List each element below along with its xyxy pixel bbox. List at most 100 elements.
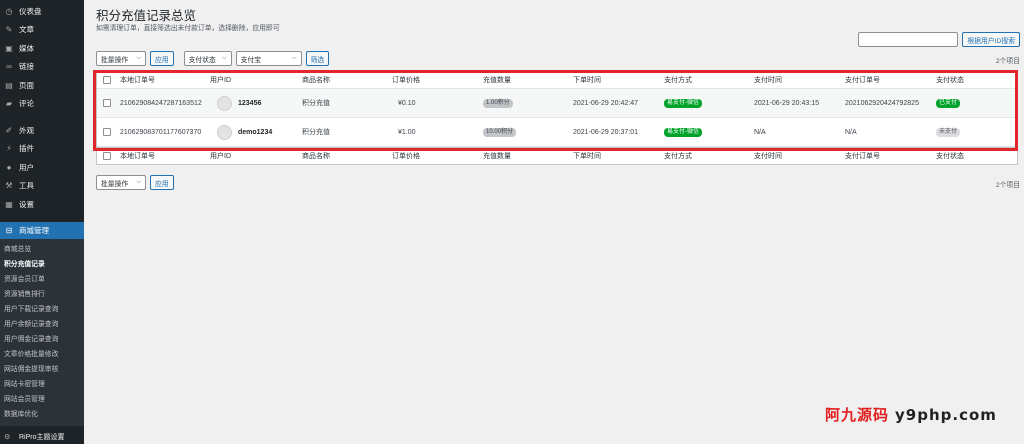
sidebar-item-appearance[interactable]: ✐ 外观 xyxy=(0,121,84,140)
sidebar-item-dashboard[interactable]: ◷ 仪表盘 xyxy=(0,2,84,21)
admin-sidebar: ◷ 仪表盘 ✎ 文章 ▣ 媒体 ∞ 链接 ▤ 页面 ▰ 评论 ✐ 外观 ⚡ 插件 ● 用户 ⚒ 工具 ▦ 设置 ⊟ 商城… xyxy=(0,0,84,444)
payment-method-badge: 易支付-微信 xyxy=(664,127,702,137)
avatar xyxy=(217,95,232,111)
status-badge: 未支付 xyxy=(936,127,961,137)
select-all-checkbox[interactable] xyxy=(103,76,111,84)
column-header: 支付订单号 xyxy=(845,77,880,84)
search-input[interactable] xyxy=(858,32,959,47)
submenu-item[interactable]: 资源会员订单 xyxy=(0,272,84,287)
user-icon: ● xyxy=(6,162,12,172)
sidebar-item-link[interactable]: ∞ 链接 xyxy=(0,58,84,77)
order-time: 2021-06-29 20:37:01 xyxy=(573,128,638,136)
filter-button[interactable]: 筛选 xyxy=(305,51,330,66)
watermark: 阿九源码 y9php.com xyxy=(825,404,997,425)
bulk-action-value: 批量操作 xyxy=(101,56,129,64)
sidebar-item-ripro-settings[interactable]: ⚙ RiPro主题设置 xyxy=(0,430,84,444)
records-table: 本地订单号 用户ID 商品名称 订单价格 充值数量 下单时间 支付方式 支付时间 支付订单号 支付… xyxy=(96,71,1018,165)
appearance-icon: ✐ xyxy=(5,125,13,135)
submenu-item[interactable]: 资源销售排行 xyxy=(0,287,84,302)
user-id[interactable]: demo1234 xyxy=(238,129,272,136)
comment-icon: ▰ xyxy=(5,99,13,109)
sidebar-item-comment[interactable]: ▰ 评论 xyxy=(0,95,84,114)
bulk-action-select[interactable]: 批量操作 ⌵ xyxy=(96,51,146,66)
column-header: 下单时间 xyxy=(573,77,601,84)
select-all-checkbox-footer[interactable] xyxy=(103,152,111,160)
sidebar-item-pin[interactable]: ✎ 文章 xyxy=(0,21,84,40)
sidebar-item-label: 商城管理 xyxy=(19,225,49,235)
submenu-item[interactable]: 网站佣金提现审核 xyxy=(0,362,84,377)
tools-icon: ⚒ xyxy=(5,181,13,191)
sidebar-item-label: 文章 xyxy=(19,25,34,35)
column-header: 用户ID xyxy=(210,77,231,84)
column-header: 支付方式 xyxy=(664,153,692,160)
column-header: 支付订单号 xyxy=(845,153,880,160)
table-header: 本地订单号 用户ID 商品名称 订单价格 充值数量 下单时间 支付方式 支付时间 支付订单号 支付… xyxy=(97,72,1017,89)
plugin-icon: ⚡ xyxy=(6,144,12,154)
submenu-item[interactable]: 商城总览 xyxy=(0,242,84,257)
amount-badge: 10.00积分 xyxy=(483,127,517,137)
column-header: 用户ID xyxy=(210,153,231,160)
submenu-item[interactable]: 数据库优化 xyxy=(0,407,84,422)
search-box: 根据用户ID搜索 xyxy=(858,32,1020,47)
submenu-item[interactable]: 网站卡密管理 xyxy=(0,377,84,392)
column-header: 订单价格 xyxy=(392,77,420,84)
column-header: 下单时间 xyxy=(573,153,601,160)
sidebar-item-label: 仪表盘 xyxy=(19,6,42,16)
column-header: 支付时间 xyxy=(754,153,782,160)
bulk-action-value: 批量操作 xyxy=(101,180,129,188)
sidebar-item-label: 外观 xyxy=(19,125,34,135)
page-subtitle: 如需清理订单，直接筛选出未付款订单，选择删除，应用即可 xyxy=(96,25,280,32)
submenu-item[interactable]: 用户下载记录查询 xyxy=(0,302,84,317)
sidebar-item-label: 设置 xyxy=(19,199,34,209)
amount-badge: 1.00积分 xyxy=(483,98,513,108)
submenu-item[interactable]: 用户佣金记录查询 xyxy=(0,332,84,347)
sidebar-item-label: 媒体 xyxy=(19,43,34,53)
apply-button-bottom[interactable]: 应用 xyxy=(150,175,174,190)
sidebar-item-mall-management[interactable]: ⊟ 商城管理 xyxy=(0,221,84,239)
column-header: 订单价格 xyxy=(392,153,420,160)
order-time: 2021-06-29 20:42:47 xyxy=(573,99,638,107)
main-content: 积分充值记录总览 如需清理订单，直接筛选出未付款订单，选择删除，应用即可 根据用… xyxy=(84,0,1024,444)
sidebar-item-tools[interactable]: ⚒ 工具 xyxy=(0,177,84,196)
search-by-user-id-button[interactable]: 根据用户ID搜索 xyxy=(962,32,1020,47)
sidebar-item-label: 工具 xyxy=(19,181,34,191)
sidebar-item-user[interactable]: ● 用户 xyxy=(0,158,84,177)
table-row: 210629084247287163512 123456 积分充值 ¥0.10 1.00… xyxy=(97,89,1017,118)
column-header: 充值数量 xyxy=(483,77,511,84)
order-price: ¥0.10 xyxy=(398,99,416,107)
bulk-action-select-bottom[interactable]: 批量操作 ⌵ xyxy=(96,175,146,190)
sidebar-item-plugin[interactable]: ⚡ 插件 xyxy=(0,140,84,159)
row-checkbox[interactable] xyxy=(103,99,111,107)
product-name: 积分充值 xyxy=(302,100,330,107)
chevron-down-icon: ⌵ xyxy=(222,55,227,61)
row-checkbox[interactable] xyxy=(103,128,111,136)
status-filter-select[interactable]: 支付状态 ⌵ xyxy=(183,51,232,66)
status-badge: 已支付 xyxy=(936,98,961,108)
column-header: 支付状态 xyxy=(936,153,964,160)
sidebar-item-media[interactable]: ▣ 媒体 xyxy=(0,39,84,58)
watermark-domain: y9php.com xyxy=(895,406,997,424)
user-id[interactable]: 123456 xyxy=(238,100,261,107)
sidebar-item-page[interactable]: ▤ 页面 xyxy=(0,76,84,95)
pin-icon: ✎ xyxy=(5,25,13,35)
column-header: 本地订单号 xyxy=(120,77,155,84)
apply-button[interactable]: 应用 xyxy=(150,51,174,66)
sidebar-item-label: 评论 xyxy=(19,99,34,109)
product-name: 积分充值 xyxy=(302,129,330,136)
submenu-item[interactable]: 网站会员管理 xyxy=(0,392,84,407)
status-filter-value: 支付状态 xyxy=(188,56,216,64)
tablenav-top: 批量操作 ⌵ 应用 支付状态 ⌵ 支付宝 ⌵ 筛选 xyxy=(96,51,330,66)
sidebar-submenu: 商城总览 积分充值记录 资源会员订单 资源销售排行 用户下载记录查询 用户余额记录查询 用户… xyxy=(0,238,84,426)
column-header: 支付方式 xyxy=(664,77,692,84)
sidebar-item-settings[interactable]: ▦ 设置 xyxy=(0,195,84,214)
submenu-item[interactable]: 积分充值记录 xyxy=(0,257,84,272)
submenu-item[interactable]: 用户余额记录查询 xyxy=(0,317,84,332)
tablenav-bottom: 批量操作 ⌵ 应用 xyxy=(96,175,174,190)
submenu-item[interactable]: 文章价格批量修改 xyxy=(0,347,84,362)
cart-icon: ⊟ xyxy=(5,225,13,235)
method-filter-select[interactable]: 支付宝 ⌵ xyxy=(235,51,302,66)
link-icon: ∞ xyxy=(6,62,12,72)
items-count-bottom: 2个项目 xyxy=(995,182,1020,189)
items-count: 2个项目 xyxy=(995,58,1020,65)
sidebar-item-label: 用户 xyxy=(19,162,34,172)
